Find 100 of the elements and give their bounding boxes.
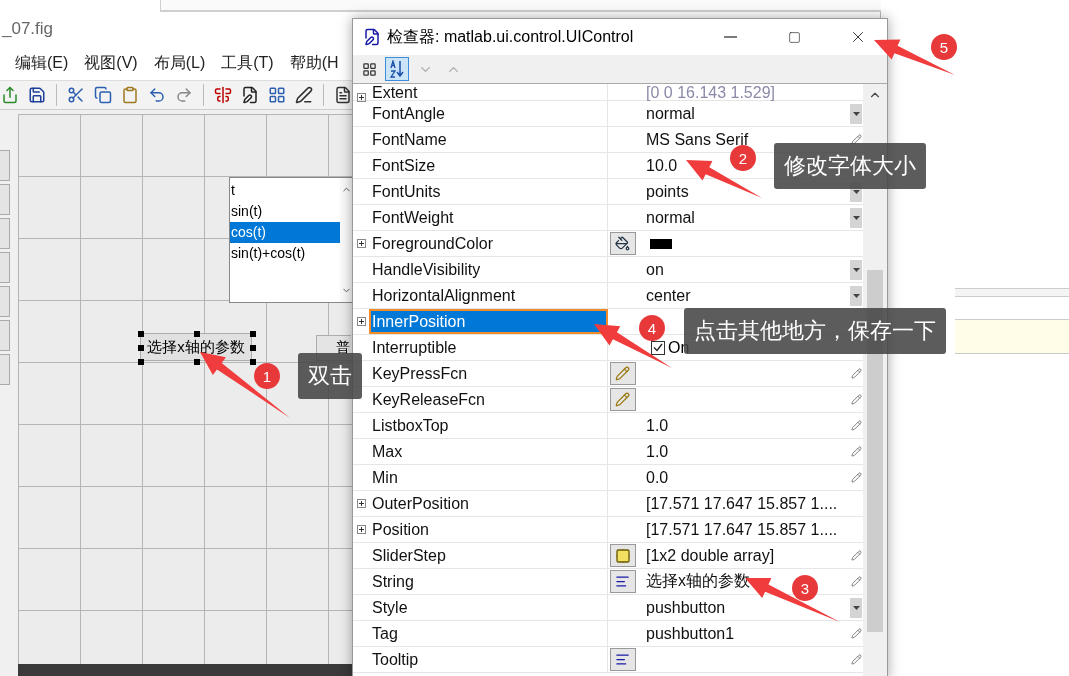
palette-button[interactable] xyxy=(0,286,10,317)
property-name[interactable]: ForegroundColor xyxy=(369,231,608,256)
save-icon[interactable] xyxy=(28,86,46,104)
palette-button[interactable] xyxy=(0,354,10,385)
property-value: [17.571 17.647 15.857 1.... xyxy=(646,494,838,513)
palette-button[interactable] xyxy=(0,218,10,249)
property-name[interactable]: FontWeight xyxy=(369,205,608,230)
text-icon xyxy=(615,574,630,589)
property-button[interactable] xyxy=(609,232,636,255)
property-value: pushbutton xyxy=(646,598,726,617)
property-name[interactable]: Style xyxy=(369,595,608,620)
property-name[interactable]: InnerPosition xyxy=(369,309,608,334)
list-item[interactable]: sin(t) xyxy=(230,201,340,222)
dropdown-button[interactable] xyxy=(850,597,862,618)
property-value: 选择x轴的参数 xyxy=(646,571,750,591)
editor-icon[interactable] xyxy=(241,86,259,104)
property-button[interactable] xyxy=(609,648,636,671)
property-name[interactable]: Min xyxy=(369,465,608,490)
resize-handle[interactable] xyxy=(250,359,256,365)
categorized-icon xyxy=(361,61,377,77)
grid-icon[interactable] xyxy=(268,86,286,104)
property-value: points xyxy=(646,182,689,201)
pencil-icon xyxy=(615,366,630,381)
sort-icon xyxy=(389,60,405,78)
property-name[interactable]: OuterPosition xyxy=(369,491,608,516)
property-name[interactable]: FontAngle xyxy=(369,101,608,126)
property-name[interactable]: FontName xyxy=(369,127,608,152)
dropdown-button[interactable] xyxy=(850,285,862,306)
expand-icon[interactable] xyxy=(356,499,366,508)
dropdown-button[interactable] xyxy=(850,207,862,228)
scrollbar[interactable] xyxy=(340,178,352,302)
menu-item[interactable]: 编辑(E) xyxy=(15,52,69,74)
step-number: 5 xyxy=(931,34,957,60)
callout-tooltip: 修改字体大小 xyxy=(774,143,926,189)
property-name[interactable]: SliderStep xyxy=(369,543,608,568)
document-icon[interactable] xyxy=(334,86,352,104)
resize-handle[interactable] xyxy=(194,359,200,365)
property-name[interactable]: Tooltip xyxy=(369,647,608,672)
property-value: normal xyxy=(646,104,695,123)
property-value: center xyxy=(646,286,691,305)
property-name[interactable]: Tag xyxy=(369,621,608,646)
property-button[interactable] xyxy=(609,570,636,593)
list-item[interactable]: sin(t)+cos(t) xyxy=(230,243,340,264)
menu-item[interactable]: 布局(L) xyxy=(153,52,206,74)
palette-button[interactable] xyxy=(0,184,10,215)
copy-icon[interactable] xyxy=(94,86,112,104)
property-name[interactable]: FontSize xyxy=(369,153,608,178)
paste-icon[interactable] xyxy=(121,86,139,104)
list-item[interactable]: t xyxy=(230,180,340,201)
resize-handle[interactable] xyxy=(138,345,144,351)
menu-item[interactable]: 视图(V) xyxy=(84,52,138,74)
redo-icon[interactable] xyxy=(175,86,193,104)
listbox[interactable]: t sin(t) cos(t) sin(t)+cos(t) xyxy=(229,177,353,303)
property-value: [1x2 double array] xyxy=(646,546,775,565)
pencil-icon[interactable] xyxy=(850,134,862,145)
dropdown-button[interactable] xyxy=(850,103,862,124)
menu-item[interactable]: 工具(T) xyxy=(221,52,274,74)
resize-handle[interactable] xyxy=(138,359,144,365)
palette-button[interactable] xyxy=(0,252,10,283)
text-field[interactable] xyxy=(955,319,1069,354)
expand-icon[interactable] xyxy=(356,525,366,534)
property-name[interactable]: Extent xyxy=(369,84,608,102)
palette-button[interactable] xyxy=(0,320,10,351)
property-name[interactable]: String xyxy=(369,569,608,594)
dropdown-button[interactable] xyxy=(850,259,862,280)
align-icon[interactable] xyxy=(214,86,232,104)
pencil-icon xyxy=(615,392,630,407)
property-name[interactable]: KeyReleaseFcn xyxy=(369,387,608,412)
property-name[interactable]: ListboxTop xyxy=(369,413,608,438)
property-name[interactable]: KeyPressFcn xyxy=(369,361,608,386)
property-name[interactable]: FontUnits xyxy=(369,179,608,204)
toolbar-button[interactable] xyxy=(385,57,409,81)
paint-bucket-icon xyxy=(615,236,630,251)
expand-icon[interactable] xyxy=(356,239,366,248)
menu-item[interactable]: 帮助(H xyxy=(289,52,339,74)
edit-icon[interactable] xyxy=(295,86,313,104)
expand-icon[interactable] xyxy=(356,93,366,102)
undo-icon[interactable] xyxy=(148,86,166,104)
cut-icon[interactable] xyxy=(67,86,85,104)
property-value: on xyxy=(646,260,664,279)
property-name[interactable]: Max xyxy=(369,439,608,464)
resize-handle[interactable] xyxy=(250,331,256,337)
expand-icon[interactable] xyxy=(356,317,366,326)
property-name[interactable]: HorizontalAlignment xyxy=(369,283,608,308)
caret-icon xyxy=(852,267,860,272)
checkbox[interactable] xyxy=(651,340,665,355)
open-icon[interactable] xyxy=(1,86,19,104)
property-name[interactable]: HandleVisibility xyxy=(369,257,608,282)
list-item[interactable]: cos(t) xyxy=(230,222,340,243)
window-title: 检查器: matlab.ui.control.UIControl xyxy=(387,26,635,47)
palette-button[interactable] xyxy=(0,150,10,181)
callout-tooltip: 点击其他地方，保存一下 xyxy=(684,308,946,354)
property-value: 10.0 xyxy=(646,156,678,175)
property-name[interactable]: Position xyxy=(369,517,608,542)
resize-handle[interactable] xyxy=(194,331,200,337)
check-icon xyxy=(653,343,663,352)
window-title: _07.fig xyxy=(2,19,54,39)
property-value: [0 0 16.143 1.529] xyxy=(646,84,775,102)
resize-handle[interactable] xyxy=(138,331,144,337)
resize-handle[interactable] xyxy=(250,345,256,351)
